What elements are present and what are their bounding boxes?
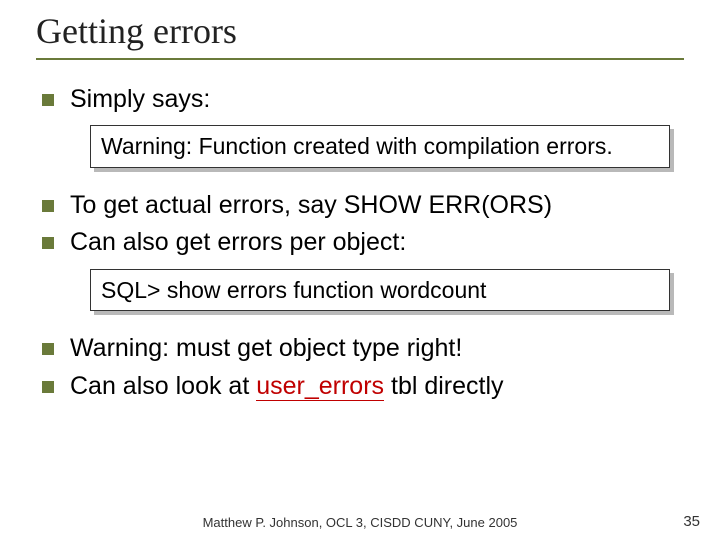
square-bullet-icon <box>42 200 54 212</box>
code-box-warning: Warning: Function created with compilati… <box>90 125 670 168</box>
bullet-text: To get actual errors, say SHOW ERR(ORS) <box>70 190 552 221</box>
bullet-text-post: tbl directly <box>384 372 503 400</box>
bullet-text: Simply says: <box>70 84 210 115</box>
bullet-text: Can also get errors per object: <box>70 227 406 258</box>
square-bullet-icon <box>42 94 54 106</box>
bullet-item: Can also look at user_errors tbl directl… <box>42 371 684 402</box>
square-bullet-icon <box>42 343 54 355</box>
bullet-item: Warning: must get object type right! <box>42 333 684 364</box>
footer-text: Matthew P. Johnson, OCL 3, CISDD CUNY, J… <box>0 515 720 530</box>
page-number: 35 <box>683 513 700 530</box>
bullet-text: Warning: must get object type right! <box>70 333 462 364</box>
bullet-text: Can also look at user_errors tbl directl… <box>70 371 504 402</box>
group-2: To get actual errors, say SHOW ERR(ORS) … <box>36 190 684 311</box>
highlight-user-errors: user_errors <box>256 372 384 401</box>
group-1: Simply says: Warning: Function created w… <box>36 84 684 168</box>
code-box-sql: SQL> show errors function wordcount <box>90 269 670 312</box>
title-rule: Getting errors <box>36 10 684 60</box>
square-bullet-icon <box>42 237 54 249</box>
bullet-item: Can also get errors per object: <box>42 227 684 258</box>
bullet-text-pre: Can also look at <box>70 372 256 400</box>
group-3: Warning: must get object type right! Can… <box>36 333 684 402</box>
bullet-item: To get actual errors, say SHOW ERR(ORS) <box>42 190 684 221</box>
square-bullet-icon <box>42 381 54 393</box>
slide: Getting errors Simply says: Warning: Fun… <box>0 0 720 540</box>
slide-title: Getting errors <box>36 10 684 52</box>
bullet-item: Simply says: <box>42 84 684 115</box>
